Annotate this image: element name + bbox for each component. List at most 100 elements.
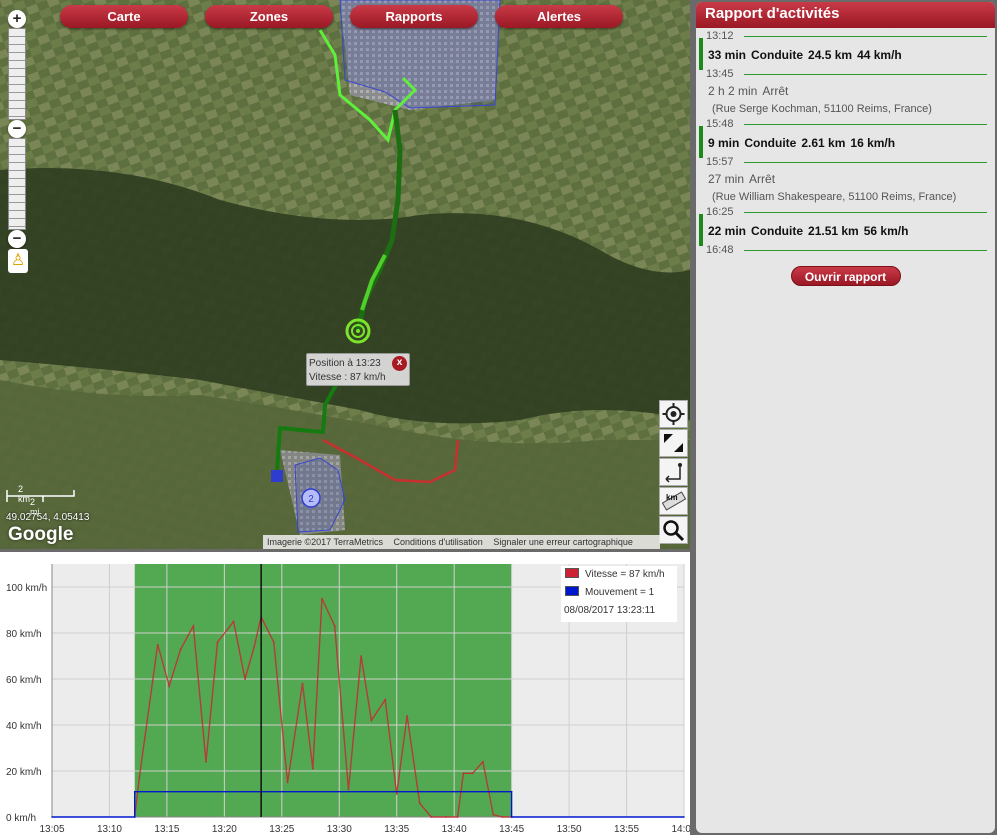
x-tick-label: 14:00 [671,824,690,835]
open-report-button[interactable]: Ouvrir rapport [790,266,901,286]
speed-point [205,761,207,763]
tab-rapports[interactable]: Rapports [350,5,478,28]
legend-timestamp: 08/08/2017 13:23:11 [564,605,656,616]
drive-speed: 56 km/h [863,224,909,238]
speed-point [370,719,373,722]
stop-duration: 27 min [708,172,745,186]
speed-point [482,761,484,763]
speed-point [456,816,459,818]
close-icon[interactable]: x [392,356,407,371]
speed-point [312,767,314,770]
report-error-link[interactable]: Signaler une erreur cartographique [493,537,633,547]
drive-distance: 24.5 km [808,48,853,62]
speed-point [471,772,474,775]
stop-duration: 2 h 2 min [708,84,758,98]
zoom-in-button[interactable]: + [8,10,26,28]
x-tick-label: 13:30 [327,824,352,835]
x-tick-label: 13:50 [557,824,582,835]
y-tick-label: 40 km/h [6,721,42,732]
street-view-pegman-icon[interactable]: ♙ [8,249,28,273]
drive-distance: 2.61 km [801,136,846,150]
speed-point [253,646,256,648]
x-tick-label: 13:05 [39,824,64,835]
zoom-slider-track-lower[interactable] [8,138,26,230]
x-tick-label: 13:55 [614,824,639,835]
x-tick-label: 13:40 [442,824,467,835]
route-icon[interactable] [659,458,688,486]
zoom-slider-handle[interactable]: − [8,120,26,138]
drive-distance: 21.51 km [808,224,859,238]
stop-label: Arrêt [749,172,776,186]
tab-alertes[interactable]: Alertes [495,5,623,28]
scale-km: 2 km [18,484,30,504]
speed-point [384,698,387,701]
speed-point [321,597,323,600]
speed-point [286,781,289,784]
speed-point [462,772,465,775]
timeline-time: 16:25 [696,206,995,218]
zoom-out-button[interactable]: − [8,230,26,248]
speed-point [501,816,504,818]
speed-point [168,685,171,687]
speed-point [445,816,447,818]
speed-point [216,641,219,643]
activity-drive[interactable]: 33 min Conduite 24.5 km 44 km/h [696,38,995,70]
timeline-time: 13:12 [696,30,995,42]
speed-point [430,816,433,818]
movement-point [510,790,513,793]
time-label: 15:48 [706,118,734,130]
time-label: 16:48 [706,244,734,256]
stop-label: Arrêt [762,84,789,98]
movement-point [133,816,136,818]
x-tick-label: 13:10 [97,824,122,835]
stop-address: (Rue Serge Kochman, 51100 Reims, France) [712,103,932,115]
drive-label: Conduite [751,224,804,238]
x-tick-label: 13:15 [154,824,179,835]
movement-point [510,816,513,818]
legend-swatch-speed [565,568,579,578]
measure-km-label: km [666,493,678,502]
speed-point [492,813,495,816]
legend-swatch-movement [565,586,579,596]
tab-carte[interactable]: Carte [60,5,188,28]
speed-point [418,802,421,804]
locate-icon[interactable] [659,400,688,428]
drive-duration: 33 min [708,48,747,62]
speed-point [138,777,141,779]
speed-point [406,715,408,717]
y-tick-label: 60 km/h [6,675,42,686]
map-attribution: Imagerie ©2017 TerraMetrics Conditions d… [263,535,660,549]
activity-drive[interactable]: 9 min Conduite 2.61 km 16 km/h [696,126,995,158]
drive-speed: 16 km/h [850,136,896,150]
cursor-coordinates: 49.02754, 4.05413 [6,512,90,523]
terms-link[interactable]: Conditions d'utilisation [394,537,483,547]
fullscreen-icon[interactable] [659,429,688,457]
activity-report-panel: Rapport d'activités 13:12 33 min Conduite 2… [696,2,995,833]
speed-point [192,625,195,627]
timeline-time: 16:48 [696,244,995,256]
speed-point [156,643,159,646]
activity-stop[interactable]: 2 h 2 min Arrêt [696,80,995,102]
activity-drive[interactable]: 22 min Conduite 21.51 km 56 km/h [696,214,995,246]
imagery-credit: Imagerie ©2017 TerraMetrics [267,537,384,547]
movement-point [133,790,136,793]
time-label: 15:57 [706,156,734,168]
map-view[interactable]: 2 Carte Zones Rapports Alertes + − − ♙ P… [0,0,690,549]
x-tick-label: 13:25 [269,824,294,835]
zoom-control: + − − [8,10,28,248]
timeline-time: 15:57 [696,156,995,168]
zoom-slider-track[interactable] [8,28,26,120]
speed-point [301,682,304,685]
speed-point [360,655,362,657]
legend-speed: Vitesse = 87 km/h [585,569,665,580]
zone-marker-label: 2 [308,494,314,505]
time-label: 13:12 [706,30,734,42]
search-icon[interactable] [659,516,688,544]
timeline-time: 15:48 [696,118,995,130]
measure-km-icon[interactable]: km [659,487,688,515]
report-title: Rapport d'activités [696,2,995,28]
activity-stop[interactable]: 27 min Arrêt [696,168,995,190]
tab-zones[interactable]: Zones [205,5,333,28]
popup-speed-text: Vitesse : 87 km/h [309,372,386,383]
chart-legend: Vitesse = 87 km/h Mouvement = 1 08/08/20… [561,566,677,622]
